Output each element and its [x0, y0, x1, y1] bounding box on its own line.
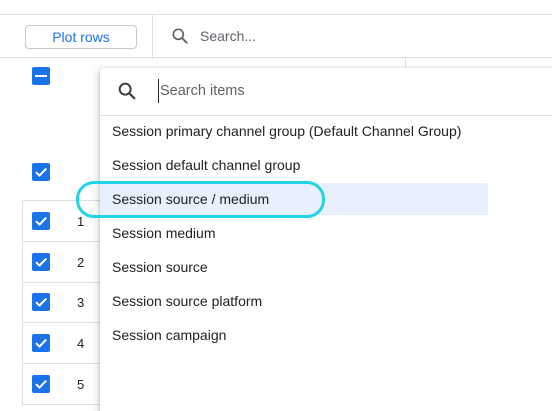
check-icon — [35, 297, 47, 308]
row-divider — [22, 241, 102, 242]
search-icon — [172, 28, 188, 44]
row-checkbox-5[interactable] — [32, 375, 50, 393]
analytics-page: Plot rows Search... 1 2 3 4 5 Search ite… — [0, 0, 552, 411]
select-all-checkbox[interactable] — [32, 67, 50, 85]
toolbar-divider — [152, 15, 153, 59]
check-icon — [35, 216, 47, 227]
row-number: 1 — [77, 214, 85, 229]
list-item[interactable]: Session medium — [100, 217, 488, 249]
table-toolbar: Plot rows Search... — [0, 14, 552, 59]
row-checkbox-1[interactable] — [32, 212, 50, 230]
row-number: 3 — [77, 295, 85, 310]
row-checkbox-3[interactable] — [32, 293, 50, 311]
row-number: 5 — [77, 377, 85, 392]
row-number: 4 — [77, 336, 85, 351]
search-items-input[interactable] — [158, 79, 538, 103]
row-divider — [22, 282, 102, 283]
header-checkbox[interactable] — [32, 163, 50, 181]
table-search-input[interactable]: Search... — [200, 28, 256, 44]
check-icon — [35, 167, 47, 178]
row-number: 2 — [77, 255, 85, 270]
row-column-divider — [22, 200, 23, 405]
list-item-selected[interactable]: Session source / medium — [100, 183, 488, 215]
row-divider — [22, 404, 102, 405]
row-checkbox-2[interactable] — [32, 253, 50, 271]
plot-rows-button[interactable]: Plot rows — [25, 25, 137, 49]
row-divider — [22, 200, 102, 201]
check-icon — [35, 379, 47, 390]
search-icon — [118, 82, 136, 100]
list-item[interactable]: Session default channel group — [100, 149, 488, 181]
list-item[interactable]: Session primary channel group (Default C… — [100, 115, 488, 147]
dimension-dropdown: Session primary channel group (Default C… — [100, 68, 552, 411]
check-icon — [35, 338, 47, 349]
list-item[interactable]: Session source — [100, 251, 488, 283]
list-item[interactable]: Session campaign — [100, 319, 488, 351]
row-divider — [22, 363, 102, 364]
row-divider — [22, 322, 102, 323]
check-icon — [35, 257, 47, 268]
row-checkbox-4[interactable] — [32, 334, 50, 352]
list-item[interactable]: Session source platform — [100, 285, 488, 317]
